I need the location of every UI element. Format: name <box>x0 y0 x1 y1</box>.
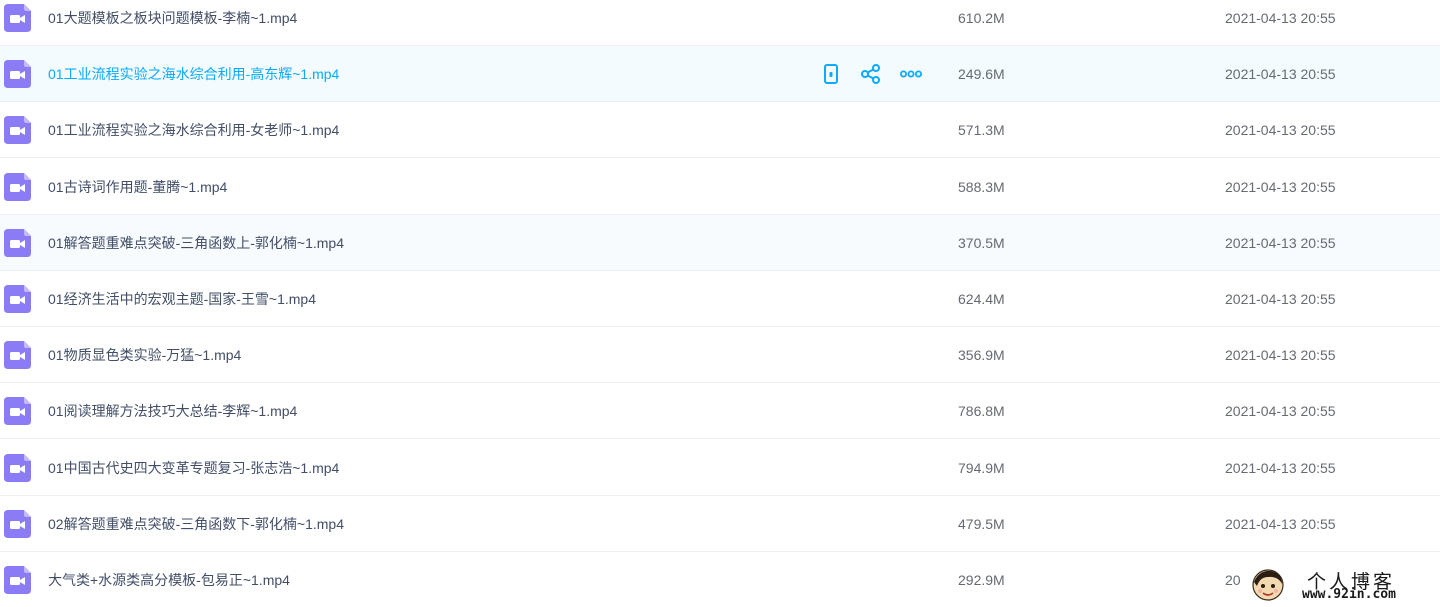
file-name[interactable]: 01阅读理解方法技巧大总结-李辉~1.mp4 <box>48 383 297 439</box>
file-name[interactable]: 02解答题重难点突破-三角函数下-郭化楠~1.mp4 <box>48 496 344 552</box>
video-file-icon <box>4 172 31 201</box>
phone-icon[interactable] <box>820 63 842 85</box>
video-file-icon <box>4 397 31 426</box>
video-file-icon <box>4 453 31 482</box>
video-file-icon <box>4 285 31 313</box>
file-row-1[interactable]: 01大题模板之板块问题模板-李楠~1.mp4 610.2M 2021-04-13… <box>0 0 1440 46</box>
file-row-11[interactable]: 大气类+水源类高分模板-包易正~1.mp4 292.9M 20 <box>0 552 1440 607</box>
file-row-6[interactable]: 01经济生活中的宏观主题-国家-王雪~1.mp4 624.4M 2021-04-… <box>0 271 1440 327</box>
file-row-10[interactable]: 02解答题重难点突破-三角函数下-郭化楠~1.mp4 479.5M 2021-0… <box>0 496 1440 552</box>
file-name[interactable]: 01古诗词作用题-董腾~1.mp4 <box>48 159 227 215</box>
avatar-logo-icon <box>1252 569 1284 601</box>
file-size: 588.3M <box>958 178 1005 195</box>
file-date: 2021-04-13 20:55 <box>1225 347 1336 364</box>
file-date: 2021-04-13 20:55 <box>1225 66 1336 83</box>
file-date: 2021-04-13 20:55 <box>1225 291 1336 307</box>
file-date: 20 <box>1225 572 1241 588</box>
file-row-9[interactable]: 01中国古代史四大变革专题复习-张志浩~1.mp4 794.9M 2021-04… <box>0 440 1440 496</box>
video-file-icon <box>4 60 31 89</box>
file-row-3[interactable]: 01工业流程实验之海水综合利用-女老师~1.mp4 571.3M 2021-04… <box>0 102 1440 159</box>
video-file-icon <box>4 116 31 145</box>
file-date: 2021-04-13 20:55 <box>1225 459 1336 476</box>
file-size: 292.9M <box>958 572 1005 588</box>
file-name[interactable]: 01工业流程实验之海水综合利用-高东辉~1.mp4 <box>48 46 339 102</box>
file-date: 2021-04-13 20:55 <box>1225 234 1336 251</box>
file-name[interactable]: 01物质显色类实验-万猛~1.mp4 <box>48 327 241 383</box>
file-date: 2021-04-13 20:55 <box>1225 10 1336 26</box>
file-size: 624.4M <box>958 291 1005 307</box>
file-size: 479.5M <box>958 515 1005 532</box>
file-row-5[interactable]: 01解答题重难点突破-三角函数上-郭化楠~1.mp4 370.5M 2021-0… <box>0 214 1440 271</box>
file-row-2[interactable]: 01工业流程实验之海水综合利用-高东辉~1.mp4 249.6M 2021-04… <box>0 46 1440 103</box>
file-size: 794.9M <box>958 459 1005 476</box>
video-file-icon <box>4 228 31 257</box>
row-actions <box>820 62 940 86</box>
watermark-url: www.92in.com <box>1302 587 1396 602</box>
file-date: 2021-04-13 20:55 <box>1225 515 1336 532</box>
file-name[interactable]: 01大题模板之板块问题模板-李楠~1.mp4 <box>48 0 297 46</box>
video-file-icon <box>4 566 31 594</box>
file-name[interactable]: 大气类+水源类高分模板-包易正~1.mp4 <box>48 552 290 607</box>
file-name[interactable]: 01工业流程实验之海水综合利用-女老师~1.mp4 <box>48 102 339 158</box>
file-list: 01大题模板之板块问题模板-李楠~1.mp4 610.2M 2021-04-13… <box>0 0 1440 607</box>
file-size: 249.6M <box>958 66 1005 83</box>
file-name[interactable]: 01解答题重难点突破-三角函数上-郭化楠~1.mp4 <box>48 215 344 271</box>
file-row-4[interactable]: 01古诗词作用题-董腾~1.mp4 588.3M 2021-04-13 20:5… <box>0 159 1440 215</box>
file-name[interactable]: 01经济生活中的宏观主题-国家-王雪~1.mp4 <box>48 271 316 327</box>
file-size: 571.3M <box>958 122 1005 139</box>
more-icon[interactable] <box>900 63 922 85</box>
watermark: 个人博客 www.92in.com <box>1244 565 1440 607</box>
file-date: 2021-04-13 20:55 <box>1225 178 1336 195</box>
file-size: 786.8M <box>958 403 1005 420</box>
video-file-icon <box>4 4 31 32</box>
file-row-8[interactable]: 01阅读理解方法技巧大总结-李辉~1.mp4 786.8M 2021-04-13… <box>0 383 1440 440</box>
file-row-7[interactable]: 01物质显色类实验-万猛~1.mp4 356.9M 2021-04-13 20:… <box>0 327 1440 384</box>
video-file-icon <box>4 341 31 370</box>
file-size: 356.9M <box>958 347 1005 364</box>
file-name[interactable]: 01中国古代史四大变革专题复习-张志浩~1.mp4 <box>48 440 339 496</box>
share-icon[interactable] <box>860 63 882 85</box>
file-size: 610.2M <box>958 10 1005 26</box>
video-file-icon <box>4 509 31 538</box>
file-size: 370.5M <box>958 234 1005 251</box>
file-date: 2021-04-13 20:55 <box>1225 122 1336 139</box>
file-date: 2021-04-13 20:55 <box>1225 403 1336 420</box>
